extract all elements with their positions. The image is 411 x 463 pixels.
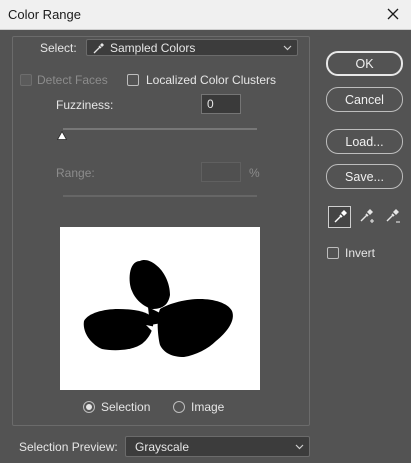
fuzziness-label: Fuzziness:: [56, 98, 114, 112]
eyedropper-icon: [92, 41, 106, 55]
detect-faces-checkbox[interactable]: [20, 74, 32, 86]
eyedropper-minus-icon: [386, 209, 400, 223]
radio-selection-label: Selection: [101, 400, 151, 414]
selection-preview-image: [60, 227, 260, 390]
selection-preview-dropdown[interactable]: Grayscale: [125, 436, 310, 457]
invert-label: Invert: [345, 246, 376, 260]
eyedropper-plus-icon: [360, 209, 374, 223]
detect-faces-label: Detect Faces: [37, 73, 108, 87]
radio-image-label: Image: [191, 400, 225, 414]
load-button[interactable]: Load...: [326, 129, 403, 154]
leaf-mask-shape: [83, 260, 233, 357]
range-unit: %: [249, 166, 260, 180]
ok-button[interactable]: OK: [326, 51, 403, 76]
radio-selection[interactable]: [83, 401, 95, 413]
select-label: Select:: [40, 41, 77, 55]
select-value: Sampled Colors: [110, 40, 196, 55]
fuzziness-slider-thumb[interactable]: [57, 131, 67, 140]
fuzziness-slider-track[interactable]: [63, 128, 257, 130]
eyedropper-tool[interactable]: [328, 206, 351, 228]
selection-preview-label: Selection Preview:: [19, 440, 118, 454]
invert-checkbox[interactable]: [327, 247, 339, 259]
eyedropper-icon: [334, 210, 347, 223]
eyedropper-minus-tool[interactable]: [381, 206, 404, 228]
cancel-button[interactable]: Cancel: [326, 87, 403, 112]
save-button[interactable]: Save...: [326, 164, 403, 189]
selection-preview-value: Grayscale: [135, 439, 190, 454]
close-icon[interactable]: [383, 4, 403, 24]
range-label: Range:: [56, 166, 95, 180]
range-input[interactable]: [201, 162, 241, 182]
chevron-down-icon: [295, 444, 304, 449]
select-dropdown[interactable]: Sampled Colors: [86, 39, 298, 56]
title-bar: Color Range: [0, 0, 411, 30]
fuzziness-input[interactable]: 0: [201, 94, 241, 114]
range-slider-track[interactable]: [63, 195, 257, 197]
localized-color-clusters-checkbox[interactable]: [127, 74, 139, 86]
window-title: Color Range: [8, 7, 81, 22]
eyedropper-plus-tool[interactable]: [355, 206, 378, 228]
radio-image[interactable]: [173, 401, 185, 413]
chevron-down-icon: [283, 45, 292, 50]
localized-color-clusters-label: Localized Color Clusters: [146, 73, 277, 87]
